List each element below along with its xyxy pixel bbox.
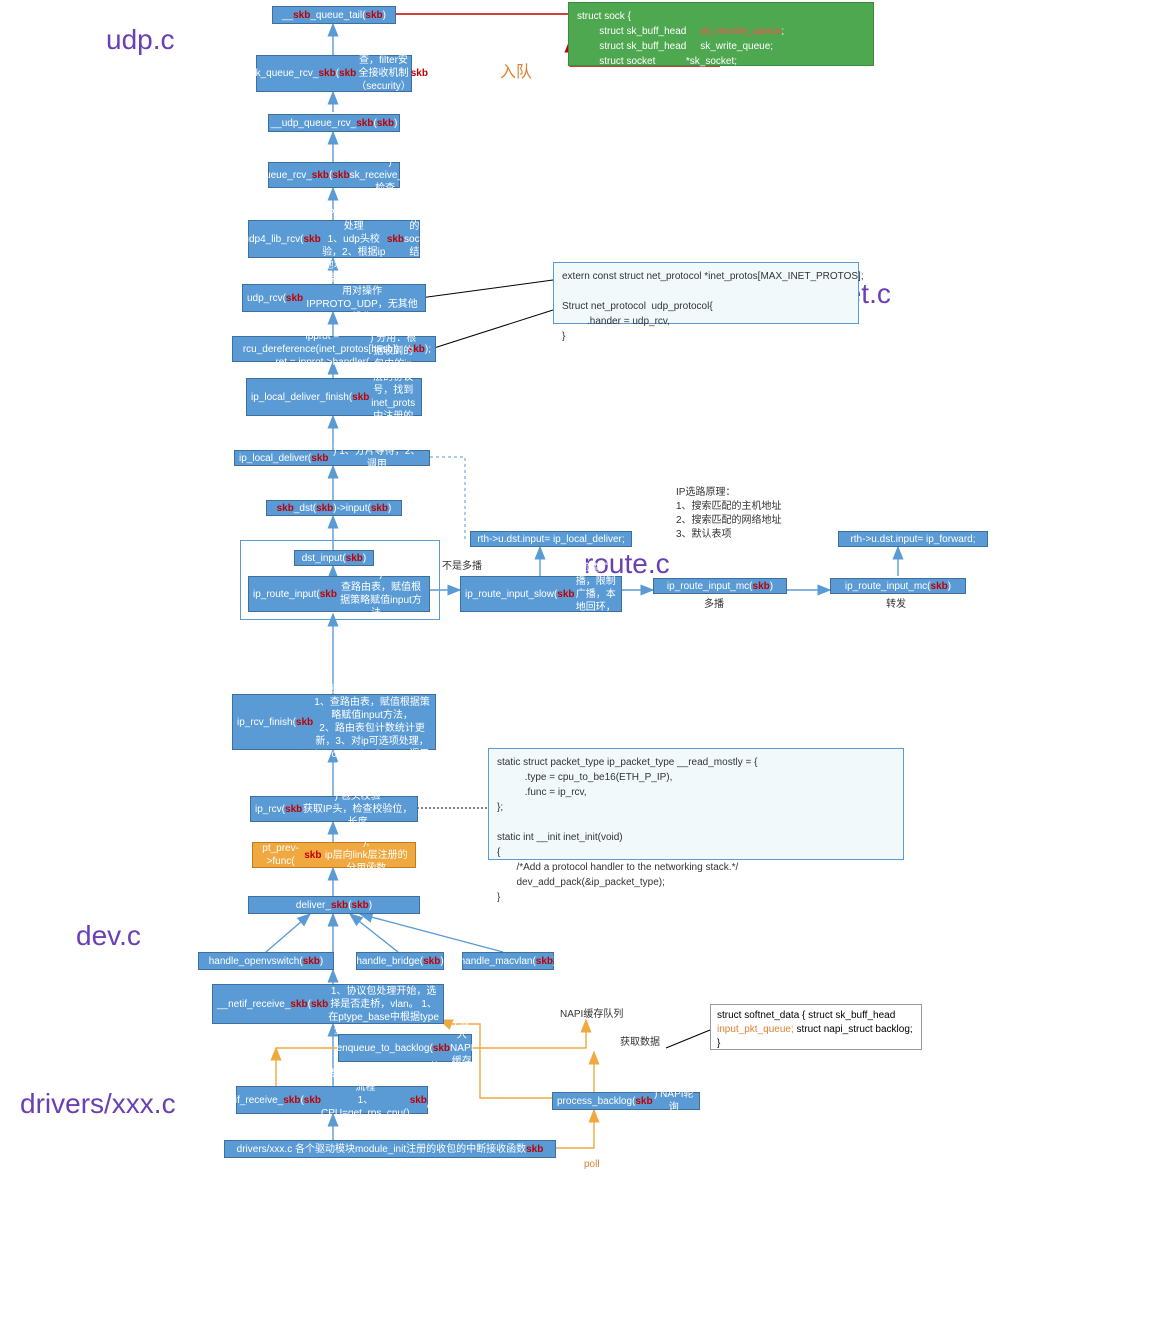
node-netif-receive-skb: netif_receive_skb(skb)传统的接收数据包流程1、CPU=ge… — [236, 1086, 428, 1114]
node-ip-local-deliver: ip_local_deliver(skb) 1、分片等待，2、调用 — [234, 450, 430, 466]
node-handle-bridge: handle_bridge(skb) — [356, 952, 444, 970]
node-ip-local-deliver-finish: ip_local_deliver_finish(skb) 分用：根据收到的包中的… — [246, 378, 422, 416]
connector-layer — [0, 0, 1152, 1330]
section-label-drivers: drivers/xxx.c — [20, 1088, 176, 1120]
node-deliver-skb: deliver_skb(skb) — [248, 896, 420, 914]
codebox-ip-packet-type: static struct packet_type ip_packet_type… — [488, 748, 904, 860]
node-udp-rcv: udp_rcv(skb) udp层收包接口，直接调用对操作IPPROTO_UDP… — [242, 284, 426, 312]
node-pt-prev-func: pt_prev->func(skb),ip层向link层注册的分用函数 — [252, 842, 416, 868]
label-get-data: 获取数据 — [620, 1036, 660, 1050]
node-sock-queue-rcv-skb: sock_queue_rcv_skb(skb)1、sock检查，filter安全… — [256, 55, 412, 92]
node-rth-ip-local-deliver: rth->u.dst.input= ip_local_deliver; — [470, 531, 632, 547]
codebox-struct-sock: struct sock { struct sk_buff_head sk_rec… — [568, 2, 874, 66]
node-ip-route-input-mc-2: ip_route_input_mc(skb) — [830, 578, 966, 594]
node-dst-input: dst_input(skb) — [294, 550, 374, 566]
label-forward: 转发 — [886, 598, 906, 612]
node-skb-queue-tail: __skb_queue_tail(skb) — [272, 6, 396, 24]
node-process-backlog: process_backlog(skb) NAPI轮询 — [552, 1092, 700, 1110]
label-napi-queue: NAPI缓存队列 — [560, 1008, 623, 1022]
label-poll: poll — [584, 1158, 600, 1172]
node-ip-route-input-slow: ip_route_input_slow(skb)检查广播，限制广播，本地回环，直… — [460, 576, 622, 612]
node-enqueue-to-backlog: enqueue_to_backlog(skb) 放入NAPI缓存队列 — [338, 1034, 472, 1062]
node-ip-rcv: ip_rcv(skb) 包头校验获取IP头，检查校验位，长度 — [250, 796, 418, 822]
node-handle-macvlan: handle_macvlan(skb) — [462, 952, 554, 970]
diagram-canvas: udp.c af_inet.c route.c af_inet.c dev.c … — [0, 0, 1152, 1330]
node-netif-receive-skb-internal: __netif_receive_skb(skb)1、协议包处理开始，选择是否走桥… — [212, 984, 444, 1024]
node-udp-queue-rcv-skb-dbl: __udp_queue_rcv_skb(skb) — [268, 114, 400, 132]
section-label-dev: dev.c — [76, 920, 141, 952]
ip-route-note: IP选路原理： 1、搜索匹配的主机地址 2、搜索匹配的网络地址 3、默认表项 — [676, 486, 782, 542]
label-multicast: 多播 — [704, 598, 724, 612]
node-udp-queue-rcv-skb: udp_queue_rcv_skb(skb)sk_receive_queue检查… — [268, 162, 400, 188]
node-skb-dst-input: skb_dst(skb)->input(skb) — [266, 500, 402, 516]
node-ip-route-input-mc-1: ip_route_input_mc(skb) — [653, 578, 787, 594]
node-handle-openvswitch: handle_openvswitch(skb) — [198, 952, 334, 970]
node-rth-ip-forward: rth->u.dst.input= ip_forward; — [838, 531, 988, 547]
node-drivers-module-init: drivers/xxx.c 各个驱动模块module_init注册的收包的中断接… — [224, 1140, 556, 1158]
section-label-udp: udp.c — [106, 24, 175, 56]
node-ip-rcv-finish: ip_rcv_finish(skb)包接收时对路由检查1、查路由表，赋值根据策略… — [232, 694, 436, 750]
node-udp4-lib-rcv: udp4_lib_rcv(skb) 可对UPD,UDPLITE处理1、udp头校… — [248, 220, 420, 258]
note-softnet-data: struct softnet_data { struct sk_buff_hea… — [710, 1004, 922, 1050]
enqueue-label: 入队 — [500, 62, 532, 84]
codebox-inet-protos: extern const struct net_protocol *inet_p… — [553, 262, 859, 324]
label-not-multicast: 不是多播 — [442, 560, 482, 574]
node-ip-route-input: ip_route_input(skb)查路由表，赋值根据策略赋值input方法， — [248, 576, 430, 612]
